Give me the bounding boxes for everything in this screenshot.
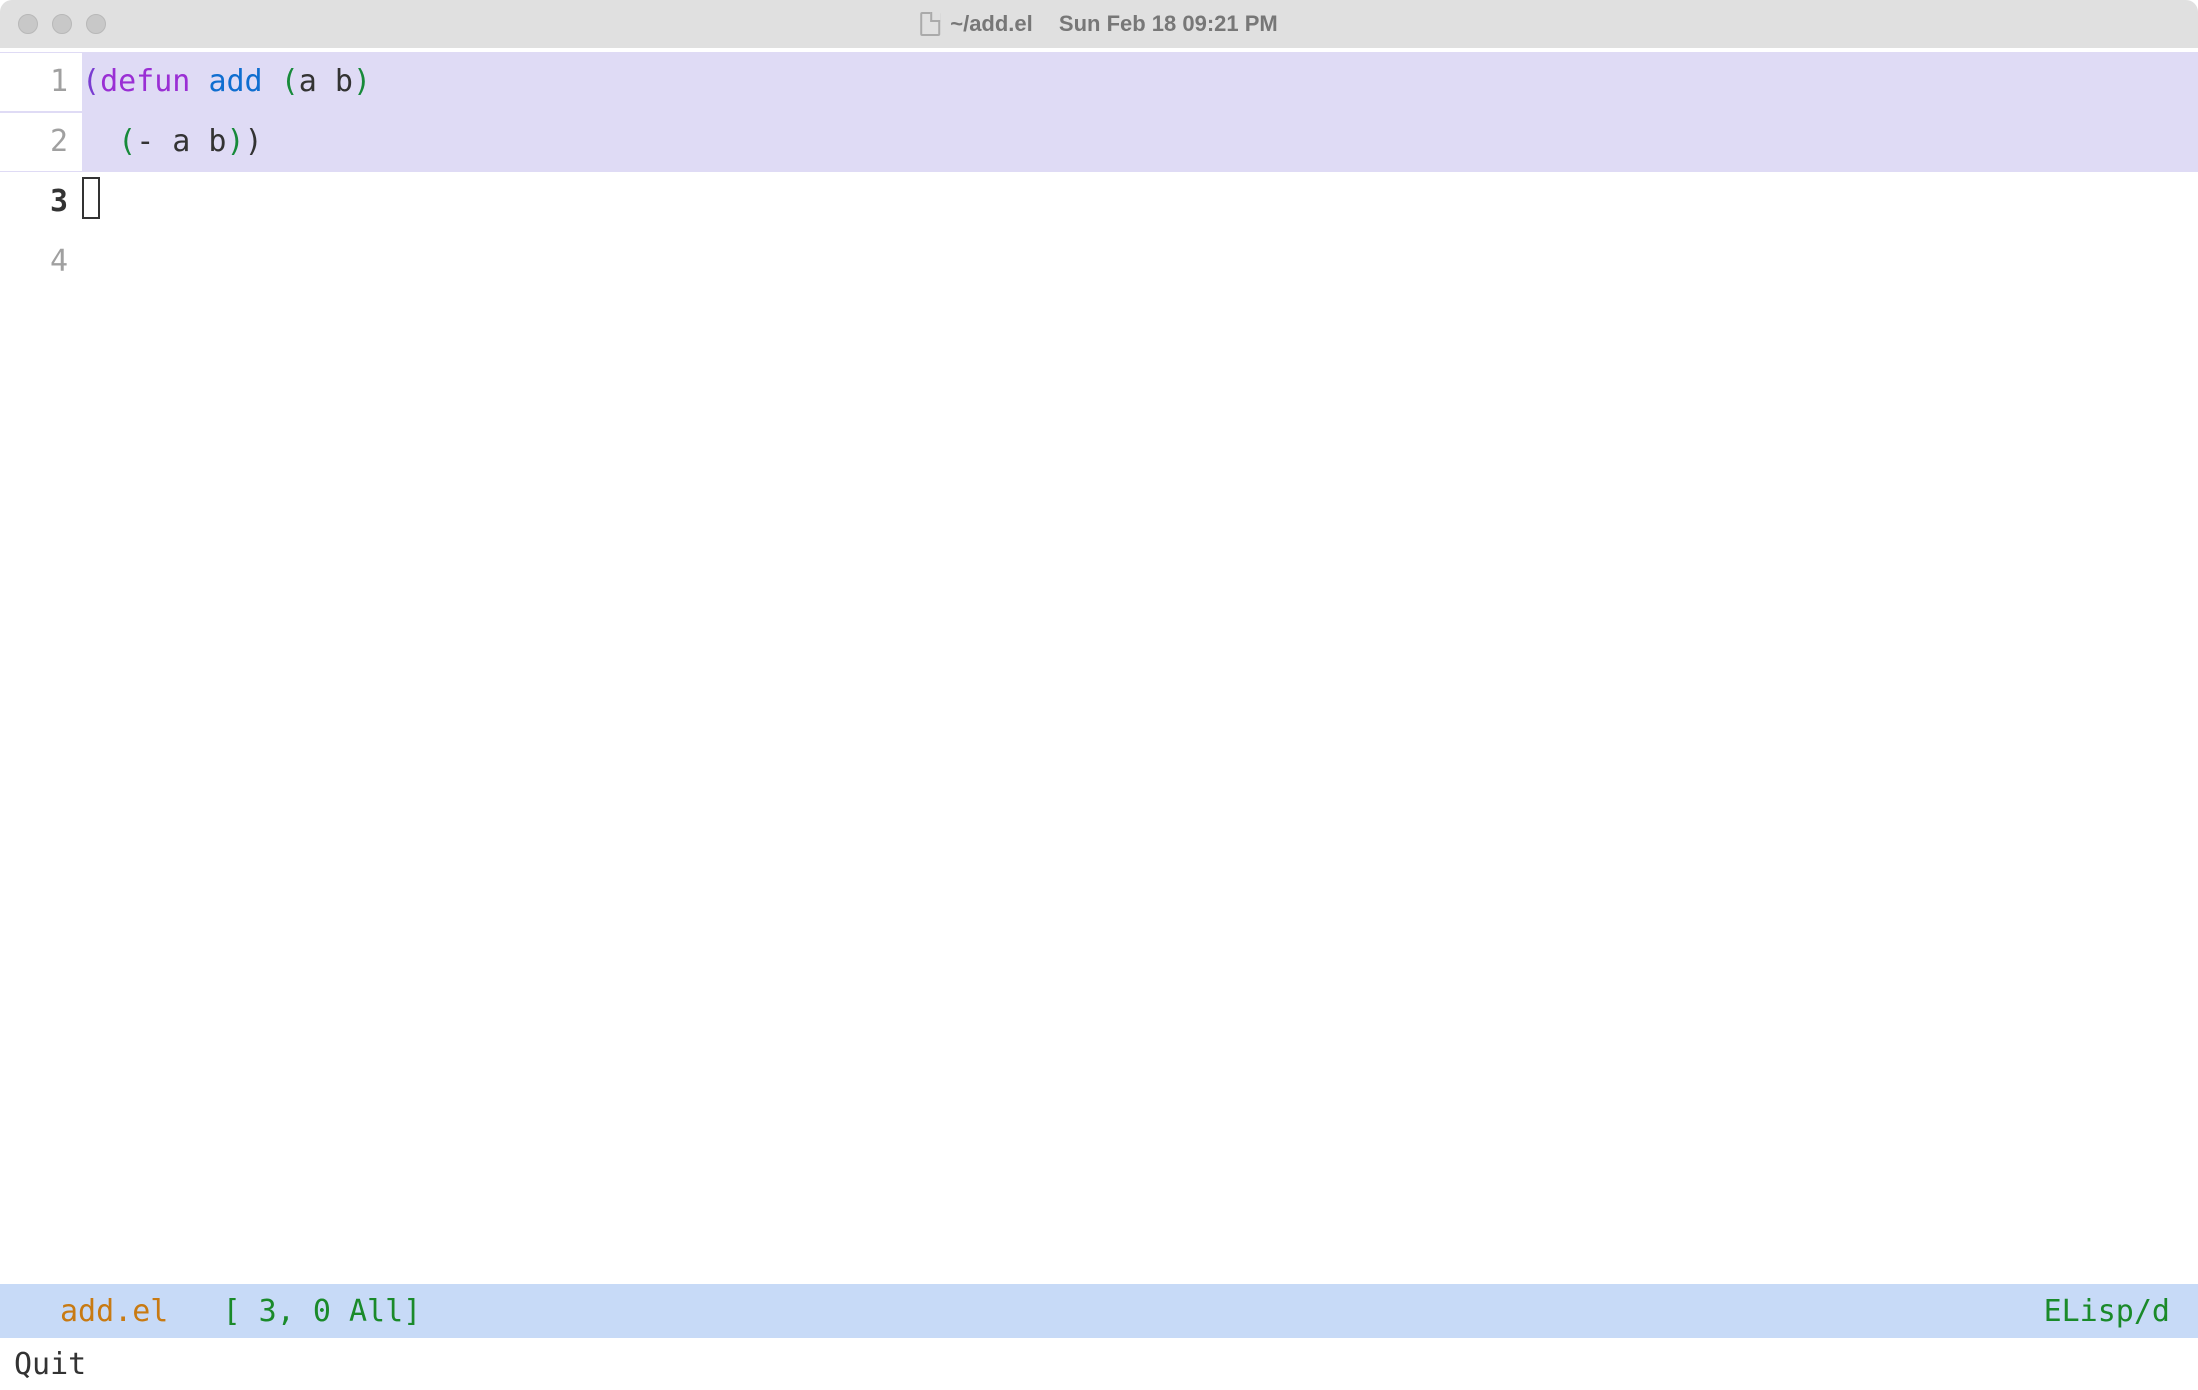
code-content[interactable] [82,173,2198,232]
minimize-window-button[interactable] [52,14,72,34]
line-number: 3 [0,173,82,232]
code-line[interactable]: 3 [0,172,2198,232]
emacs-window: ~/add.el Sun Feb 18 09:21 PM 1(defun add… [0,0,2198,1390]
titlebar: ~/add.el Sun Feb 18 09:21 PM [0,0,2198,48]
code-line[interactable]: 1(defun add (a b) [0,52,2198,112]
modeline-position: [ 3, 0 All] [223,1294,422,1329]
title-center: ~/add.el Sun Feb 18 09:21 PM [920,11,1278,37]
code-content[interactable]: (defun add (a b) [82,53,2198,112]
modeline-buffer: add.el [60,1294,168,1329]
code-line[interactable]: 2 (- a b)) [0,112,2198,172]
echo-area: Quit [0,1338,2198,1390]
maximize-window-button[interactable] [86,14,106,34]
close-window-button[interactable] [18,14,38,34]
code-content[interactable]: (- a b)) [82,113,2198,172]
line-number: 2 [0,113,82,172]
traffic-lights [0,14,106,34]
modeline-mode: ELisp/d [2044,1294,2170,1329]
line-number: 4 [0,233,82,292]
code-line[interactable]: 4 [0,232,2198,292]
echo-text: Quit [14,1347,86,1382]
file-icon [920,12,940,36]
title-path: ~/add.el [950,11,1033,37]
title-datetime: Sun Feb 18 09:21 PM [1059,11,1278,37]
editor-area[interactable]: 1(defun add (a b)2 (- a b))34 [0,48,2198,1284]
text-cursor [82,177,100,219]
modeline: add.el [ 3, 0 All] ELisp/d [0,1284,2198,1338]
line-number: 1 [0,53,82,112]
